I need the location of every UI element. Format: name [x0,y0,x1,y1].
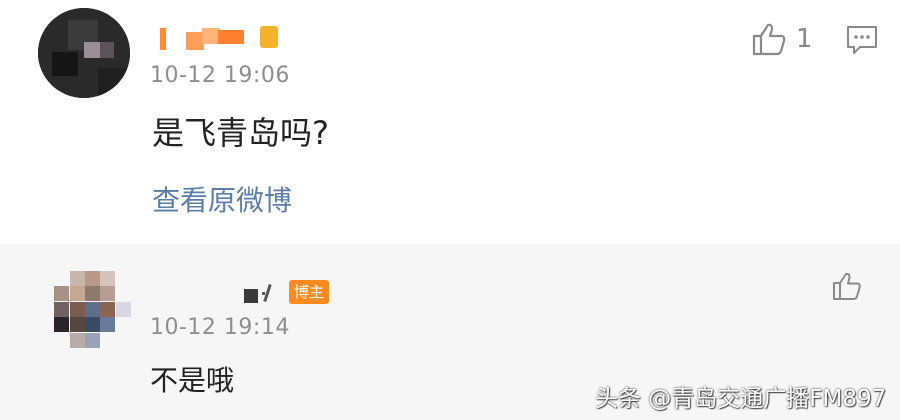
like-icon[interactable] [751,22,787,56]
watermark: 头条 @青岛交通广播FM897 [595,386,887,412]
like-icon[interactable] [832,271,862,301]
comment-thread: 10-12 19:06 是飞青岛吗? 查看原微博 1 博主 10-12 19:1… [0,0,900,420]
username-obscured[interactable] [244,283,278,304]
comment-time: 10-12 19:06 [150,63,290,88]
reply-icon[interactable] [846,25,878,55]
comment-item: 博主 10-12 19:14 不是哦 头条 @青岛交通广播FM897 [0,244,900,420]
username-obscured[interactable] [152,24,287,54]
avatar[interactable] [54,271,132,349]
author-badge: 博主 [289,280,329,304]
avatar[interactable] [38,8,130,98]
view-original-weibo-link[interactable]: 查看原微博 [152,179,292,219]
like-count: 1 [796,24,813,54]
comment-item: 10-12 19:06 是飞青岛吗? 查看原微博 1 [0,0,900,244]
comment-text: 是飞青岛吗? [152,114,329,152]
comment-text: 不是哦 [150,364,235,397]
comment-time: 10-12 19:14 [150,315,290,340]
